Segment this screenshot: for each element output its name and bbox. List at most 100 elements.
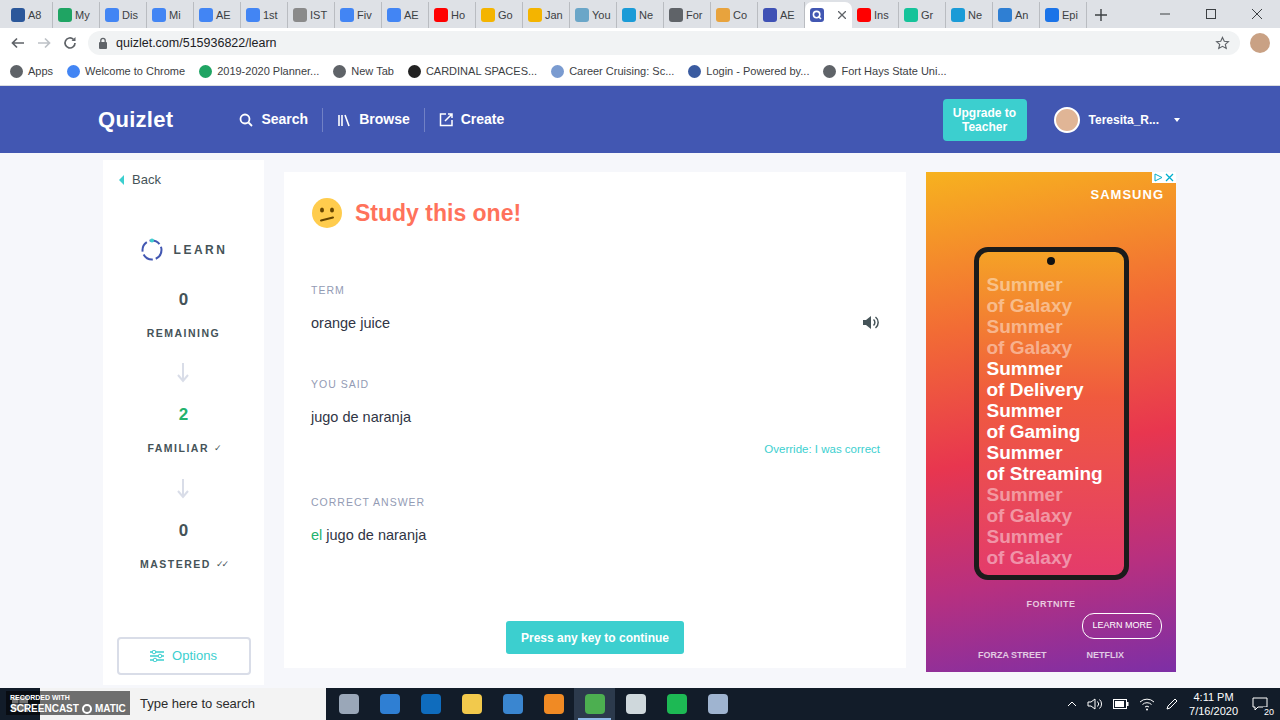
tab-label[interactable]: Epi xyxy=(1062,7,1078,24)
star-icon[interactable] xyxy=(1215,36,1230,51)
bookmark[interactable]: 2019-2020 Planner... xyxy=(199,63,319,80)
tab-label[interactable]: Ne xyxy=(968,7,982,24)
forward-arrow-icon[interactable] xyxy=(36,35,52,51)
browser-tab[interactable]: Gr xyxy=(899,2,946,28)
bookmark-label[interactable]: Welcome to Chrome xyxy=(85,63,185,80)
browser-tab[interactable]: 1st xyxy=(241,2,288,28)
taskbar-app[interactable] xyxy=(533,688,574,720)
nav-item[interactable]: Browse xyxy=(322,108,424,132)
bookmark[interactable]: Career Cruising: Sc... xyxy=(551,63,674,80)
browser-tab[interactable]: IST xyxy=(288,2,335,28)
site-logo[interactable]: Quizlet xyxy=(98,103,173,136)
taskbar-app[interactable] xyxy=(492,688,533,720)
tab-label[interactable]: Go xyxy=(498,7,513,24)
advertisement[interactable]: SAMSUNG Summerof GalaxySummerof GalaxySu… xyxy=(926,172,1176,672)
tab-label[interactable]: Ne xyxy=(639,7,653,24)
tab-label[interactable]: 1st xyxy=(263,7,278,24)
wifi-icon[interactable] xyxy=(1139,697,1155,711)
bookmark[interactable]: Welcome to Chrome xyxy=(67,63,185,80)
nav-label[interactable]: Create xyxy=(461,109,505,130)
tab-label[interactable]: Co xyxy=(733,7,747,24)
bookmark[interactable]: Apps xyxy=(10,63,53,80)
bookmark-label[interactable]: New Tab xyxy=(351,63,394,80)
taskbar-app[interactable] xyxy=(328,688,369,720)
nav-item[interactable]: Create xyxy=(424,108,519,132)
browser-tab[interactable]: Ins xyxy=(852,2,899,28)
browser-tab[interactable]: AE xyxy=(382,2,429,28)
bookmark-label[interactable]: Login - Powered by... xyxy=(706,63,809,80)
tab-label[interactable]: Jan xyxy=(545,7,563,24)
pen-icon[interactable] xyxy=(1165,697,1179,711)
volume-icon[interactable] xyxy=(1087,697,1103,711)
ad-learn-more[interactable]: LEARN MORE xyxy=(1082,613,1162,639)
bookmark-label[interactable]: 2019-2020 Planner... xyxy=(217,63,319,80)
continue-button[interactable]: Press any key to continue xyxy=(506,621,684,654)
tab-label[interactable]: Ho xyxy=(451,7,465,24)
browser-tab[interactable]: AE xyxy=(758,2,805,28)
bookmark[interactable]: Login - Powered by... xyxy=(688,63,809,80)
tab-close-icon[interactable] xyxy=(838,11,846,19)
back-arrow-icon[interactable] xyxy=(10,35,26,51)
new-tab-button[interactable] xyxy=(1087,2,1115,28)
bookmark-label[interactable]: Career Cruising: Sc... xyxy=(569,63,674,80)
browser-tab[interactable]: Mi xyxy=(147,2,194,28)
options-button[interactable]: Options xyxy=(117,637,251,675)
maximize-button[interactable] xyxy=(1188,0,1234,28)
back-text[interactable]: Back xyxy=(132,170,161,190)
taskbar-app[interactable] xyxy=(451,688,492,720)
browser-tab[interactable]: You xyxy=(570,2,617,28)
bookmark[interactable]: Fort Hays State Uni... xyxy=(823,63,946,80)
address-bar[interactable]: quizlet.com/515936822/learn xyxy=(88,31,1240,55)
taskbar-app[interactable] xyxy=(615,688,656,720)
browser-tab[interactable]: Ho xyxy=(429,2,476,28)
tab-label[interactable]: You xyxy=(592,7,611,24)
tab-label[interactable]: For xyxy=(686,7,703,24)
nav-label[interactable]: Browse xyxy=(359,109,410,130)
tab-label[interactable]: An xyxy=(1015,7,1028,24)
close-button[interactable] xyxy=(1234,0,1280,28)
tab-label[interactable]: Mi xyxy=(169,7,181,24)
taskbar-app[interactable] xyxy=(697,688,738,720)
tab-label[interactable]: Gr xyxy=(921,7,933,24)
action-center[interactable]: 20 xyxy=(1248,692,1272,716)
browser-tab[interactable] xyxy=(805,2,852,28)
tab-label[interactable]: Ins xyxy=(874,7,889,24)
browser-tab[interactable]: A8 xyxy=(6,2,53,28)
search-placeholder[interactable]: Type here to search xyxy=(140,694,255,714)
browser-tab[interactable]: Co xyxy=(711,2,758,28)
taskbar-app[interactable] xyxy=(574,688,615,720)
upgrade-button[interactable]: Upgrade to Teacher xyxy=(943,99,1027,141)
bookmark[interactable]: CARDINAL SPACES... xyxy=(408,63,537,80)
tab-label[interactable]: AE xyxy=(404,7,419,24)
bookmark-label[interactable]: CARDINAL SPACES... xyxy=(426,63,537,80)
tab-label[interactable]: IST xyxy=(310,7,327,24)
battery-icon[interactable] xyxy=(1113,699,1129,709)
speaker-icon[interactable] xyxy=(862,315,879,330)
browser-tab[interactable]: AE xyxy=(194,2,241,28)
user-name[interactable]: Teresita_R... xyxy=(1089,111,1159,129)
browser-tab[interactable]: Epi xyxy=(1040,2,1087,28)
browser-tab[interactable]: My xyxy=(53,2,100,28)
nav-label[interactable]: Search xyxy=(261,109,308,130)
chevron-up-icon[interactable] xyxy=(1067,701,1077,707)
clock[interactable]: 4:11 PM 7/16/2020 xyxy=(1189,690,1238,718)
taskbar-app[interactable] xyxy=(369,688,410,720)
browser-tab[interactable]: An xyxy=(993,2,1040,28)
browser-tab[interactable]: Ne xyxy=(617,2,664,28)
profile-avatar-icon[interactable] xyxy=(1250,33,1270,53)
address-text[interactable]: quizlet.com/515936822/learn xyxy=(116,34,1207,53)
tab-label[interactable]: My xyxy=(75,7,90,24)
bookmark[interactable]: New Tab xyxy=(333,63,394,80)
browser-tab[interactable]: Fiv xyxy=(335,2,382,28)
reload-icon[interactable] xyxy=(62,35,78,51)
browser-tab[interactable]: Jan xyxy=(523,2,570,28)
browser-tab[interactable]: Go xyxy=(476,2,523,28)
tab-label[interactable]: AE xyxy=(216,7,231,24)
options-text[interactable]: Options xyxy=(172,646,217,666)
browser-tab[interactable]: For xyxy=(664,2,711,28)
minimize-button[interactable] xyxy=(1142,0,1188,28)
taskbar-app[interactable] xyxy=(656,688,697,720)
tab-label[interactable]: Dis xyxy=(122,7,138,24)
nav-item[interactable]: Search xyxy=(225,108,322,132)
taskbar-app[interactable] xyxy=(410,688,451,720)
